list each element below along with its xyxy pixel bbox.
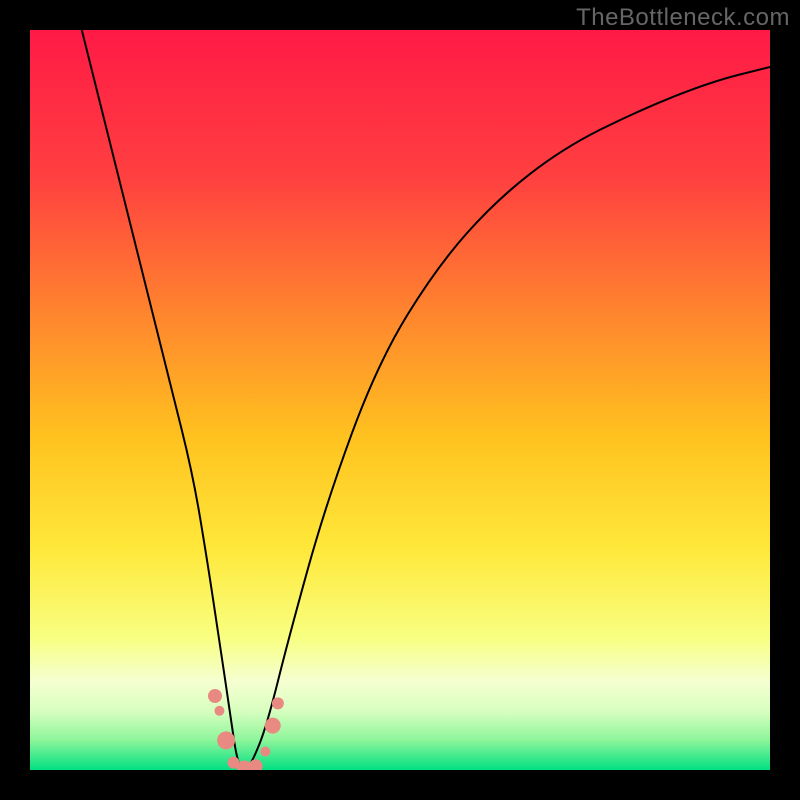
data-marker — [214, 706, 224, 716]
data-marker — [208, 689, 222, 703]
bottleneck-chart — [30, 30, 770, 770]
gradient-background — [30, 30, 770, 770]
data-marker — [260, 747, 270, 757]
watermark-text: TheBottleneck.com — [576, 4, 790, 32]
data-marker — [217, 731, 235, 749]
plot-area — [30, 30, 770, 770]
data-marker — [272, 697, 284, 709]
chart-frame: TheBottleneck.com — [0, 0, 800, 800]
data-marker — [265, 718, 281, 734]
